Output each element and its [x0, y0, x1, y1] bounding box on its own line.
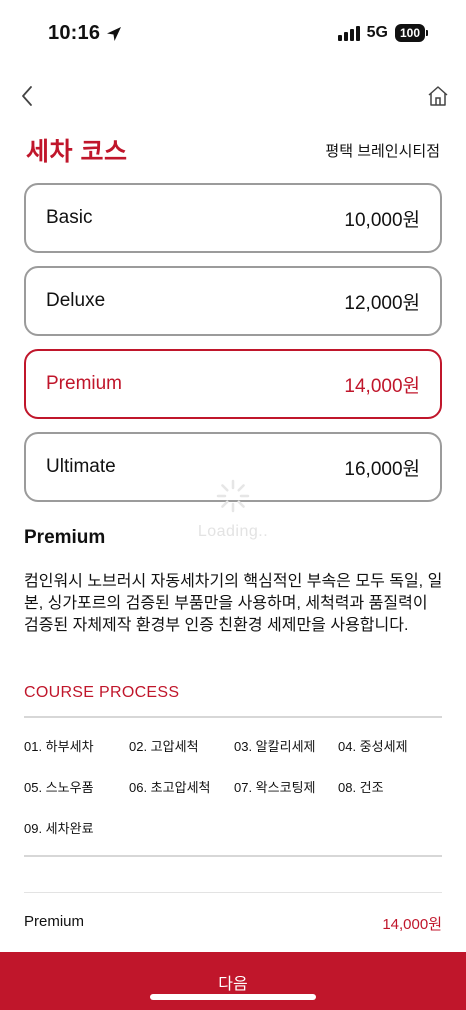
process-step: 04. 중성세제 — [338, 739, 408, 754]
store-name: 평택 브레인시티점 — [325, 143, 440, 160]
home-button[interactable] — [424, 82, 452, 110]
course-option-premium[interactable]: Premium 14,000원 — [24, 349, 442, 419]
status-indicators: 5G 100 — [337, 24, 428, 42]
course-name: Basic — [46, 207, 93, 228]
process-step: 02. 고압세척 — [129, 739, 199, 754]
divider — [24, 892, 442, 893]
process-step: 06. 초고압세척 — [129, 780, 211, 795]
course-process-steps: 01. 하부세차 02. 고압세척 03. 알칼리세제 04. 중성세제 05.… — [24, 736, 444, 836]
title-row: 세차 코스 평택 브레인시티점 — [26, 132, 440, 166]
battery-level: 100 — [395, 24, 425, 42]
clock-text: 10:16 — [48, 22, 101, 44]
divider — [24, 855, 442, 857]
cellular-signal-icon — [337, 25, 360, 41]
summary-price: 14,000원 — [382, 916, 442, 933]
process-step: 03. 알칼리세제 — [234, 739, 316, 754]
course-name: Ultimate — [46, 456, 116, 477]
course-price: 16,000원 — [344, 458, 420, 480]
course-name: Premium — [46, 373, 123, 394]
home-icon — [428, 86, 448, 106]
summary-course-name: Premium — [24, 913, 85, 930]
course-price: 12,000원 — [344, 292, 420, 314]
course-option-ultimate[interactable]: Ultimate 16,000원 — [24, 432, 442, 502]
chevron-left-icon — [22, 86, 32, 106]
course-detail: Premium 컴인워시 노브러시 자동세차기의 핵심적인 부속은 모두 독일,… — [24, 527, 444, 637]
next-button[interactable]: 다음 — [0, 952, 466, 1010]
page-title: 세차 코스 — [26, 138, 128, 166]
course-price: 10,000원 — [344, 209, 420, 231]
back-button[interactable] — [14, 82, 40, 110]
detail-title: Premium — [24, 527, 106, 548]
course-name: Deluxe — [46, 290, 106, 311]
selected-summary: Premium 14,000원 — [24, 913, 442, 934]
course-process-title: COURSE PROCESS — [24, 684, 180, 701]
battery-icon: 100 — [395, 24, 428, 42]
course-option-basic[interactable]: Basic 10,000원 — [24, 183, 442, 253]
location-arrow-icon — [107, 26, 122, 41]
process-step: 08. 건조 — [338, 780, 384, 795]
network-type: 5G — [366, 24, 388, 41]
course-option-deluxe[interactable]: Deluxe 12,000원 — [24, 266, 442, 336]
process-step: 09. 세차완료 — [24, 821, 94, 836]
process-step: 05. 스노우폼 — [24, 780, 94, 795]
home-indicator[interactable] — [150, 994, 316, 1000]
next-button-label: 다음 — [218, 976, 248, 993]
course-price: 14,000원 — [344, 375, 420, 397]
process-step: 01. 하부세차 — [24, 739, 94, 754]
course-list: Basic 10,000원 Deluxe 12,000원 Premium 14,… — [24, 183, 442, 515]
nav-bar — [0, 82, 466, 112]
process-step: 07. 왁스코팅제 — [234, 780, 316, 795]
divider — [24, 716, 442, 718]
detail-description: 컴인워시 노브러시 자동세차기의 핵심적인 부속은 모두 독일, 일본, 싱가포… — [24, 573, 443, 634]
status-time: 10:16 — [48, 22, 122, 45]
status-bar: 10:16 5G 100 — [0, 0, 466, 70]
